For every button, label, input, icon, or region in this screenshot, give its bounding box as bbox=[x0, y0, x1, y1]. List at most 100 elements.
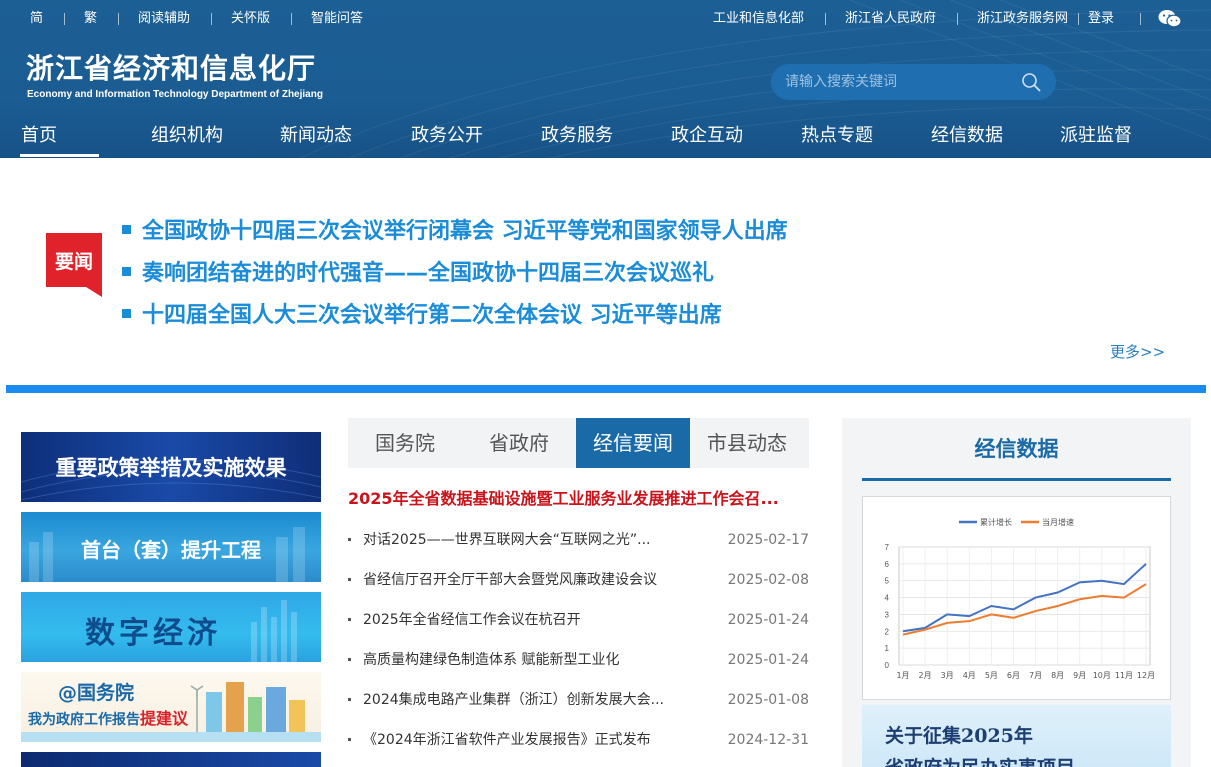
simplified-chinese-link[interactable]: 简 bbox=[30, 11, 43, 27]
nav-interaction[interactable]: 政企互动 bbox=[671, 124, 743, 148]
first-set-banner[interactable]: 首台（套）提升工程 bbox=[21, 512, 321, 582]
banner-title: 数字经济 bbox=[85, 616, 221, 651]
economic-data-title[interactable]: 经信数据 bbox=[842, 434, 1191, 464]
divider bbox=[825, 13, 826, 25]
news-date: 2025-01-08 bbox=[727, 692, 809, 708]
banner-title: 重要政策举措及实施效果 bbox=[55, 456, 287, 480]
news-title[interactable]: 2025年全省经信工作会议在杭召开 bbox=[363, 608, 683, 632]
tab-state-council[interactable]: 国务院 bbox=[348, 418, 462, 468]
care-version-link[interactable]: 关怀版 bbox=[231, 11, 270, 27]
nav-economic-data[interactable]: 经信数据 bbox=[931, 124, 1003, 148]
news-date: 2025-02-17 bbox=[727, 532, 809, 548]
chart-x-tick-label: 7月 bbox=[1029, 671, 1042, 680]
chart-x-tick-label: 4月 bbox=[963, 671, 976, 680]
search-box bbox=[771, 64, 1056, 100]
bullet-dot bbox=[348, 578, 351, 581]
headline-item[interactable]: 奏响团结奋进的时代强音——全国政协十四届三次会议巡礼 bbox=[122, 259, 714, 289]
site-logo-subtitle: Economy and Information Technology Depar… bbox=[27, 89, 323, 100]
news-date: 2025-01-24 bbox=[727, 652, 809, 668]
bullet-dot bbox=[348, 538, 351, 541]
notice-banner[interactable]: 关于征集2025年 省政府为民办实事项目 bbox=[862, 705, 1171, 767]
nav-supervision[interactable]: 派驻监督 bbox=[1060, 124, 1132, 148]
chart-y-tick-label: 3 bbox=[885, 610, 890, 619]
more-banner[interactable] bbox=[21, 752, 321, 767]
featured-news-link[interactable]: 2025年全省数据基础设施暨工业服务业发展推进工作会召... bbox=[348, 488, 809, 510]
news-list-item[interactable]: 2024集成电路产业集群（浙江）创新发展大会... 2025-01-08 bbox=[348, 688, 809, 712]
nav-government-services[interactable]: 政务服务 bbox=[541, 124, 613, 148]
news-list-item[interactable]: 高质量构建绿色制造体系 赋能新型工业化 2025-01-24 bbox=[348, 648, 809, 672]
news-tabs: 国务院 省政府 经信要闻 市县动态 bbox=[348, 418, 809, 468]
headlines-more-link[interactable]: 更多>> bbox=[1110, 342, 1165, 362]
chart-y-tick-label: 4 bbox=[885, 594, 890, 603]
site-logo-title[interactable]: 浙江省经济和信息化厅 bbox=[26, 52, 316, 86]
banner-subtitle: 我为政府工作报告 bbox=[28, 712, 140, 728]
divider bbox=[291, 13, 292, 25]
headline-text[interactable]: 全国政协十四届三次会议举行闭幕会 习近平等党和国家领导人出席 bbox=[142, 219, 788, 244]
line-chart: 0 1 2 3 4 5 6 7 1月 2月 3月 4月 5月 6月 7月 8月 9月 10月 11月 12月 累计增长 当… bbox=[885, 517, 1156, 680]
headline-item[interactable]: 全国政协十四届三次会议举行闭幕会 习近平等党和国家领导人出席 bbox=[122, 217, 788, 247]
economic-data-chart[interactable]: 0 1 2 3 4 5 6 7 1月 2月 3月 4月 5月 6月 7月 8月 9月 10月 11月 12月 累计增长 当… bbox=[862, 496, 1171, 700]
wechat-icon[interactable] bbox=[1158, 9, 1182, 29]
chart-x-tick-label: 6月 bbox=[1007, 671, 1020, 680]
nav-home[interactable]: 首页 bbox=[21, 124, 57, 148]
news-list-item[interactable]: 2025年全省经信工作会议在杭召开 2025-01-24 bbox=[348, 608, 809, 632]
news-title[interactable]: 2024集成电路产业集群（浙江）创新发展大会... bbox=[363, 688, 683, 712]
gov-service-link[interactable]: 浙江政务服务网 bbox=[977, 11, 1068, 27]
notice-title-line1: 关于征集2025年 bbox=[885, 725, 1033, 747]
notice-title-line2: 省政府为民办实事项目 bbox=[885, 755, 1075, 767]
chart-plot-area bbox=[898, 546, 1151, 666]
top-utility-bar: 简 繁 阅读辅助 关怀版 智能问答 工业和信息化部 浙江省人民政府 浙江政务服务… bbox=[0, 0, 1211, 38]
bullet-square bbox=[122, 308, 131, 318]
news-title[interactable]: 对话2025——世界互联网大会“互联网之光”... bbox=[363, 528, 683, 552]
chart-x-tick-label: 1月 bbox=[896, 671, 909, 680]
headline-text[interactable]: 奏响团结奋进的时代强音——全国政协十四届三次会议巡礼 bbox=[142, 261, 714, 286]
search-input[interactable] bbox=[785, 71, 1005, 93]
section-divider bbox=[6, 385, 1206, 393]
chart-y-tick-label: 2 bbox=[885, 627, 890, 636]
nav-organization[interactable]: 组织机构 bbox=[151, 124, 223, 148]
miit-link[interactable]: 工业和信息化部 bbox=[713, 11, 804, 27]
news-title[interactable]: 高质量构建绿色制造体系 赋能新型工业化 bbox=[363, 648, 683, 672]
divider bbox=[957, 13, 958, 25]
chart-y-tick-label: 1 bbox=[885, 644, 890, 653]
chart-legend-label: 当月增速 bbox=[1042, 517, 1074, 527]
nav-news[interactable]: 新闻动态 bbox=[280, 124, 352, 148]
chart-x-tick-label: 8月 bbox=[1051, 671, 1064, 680]
nav-government-affairs[interactable]: 政务公开 bbox=[411, 124, 483, 148]
news-title[interactable]: 省经信厅召开全厅干部大会暨党风廉政建设会议 bbox=[363, 568, 683, 592]
headline-item[interactable]: 十四届全国人大三次会议举行第二次全体会议 习近平等出席 bbox=[122, 301, 722, 331]
divider bbox=[1078, 13, 1079, 25]
provincial-government-link[interactable]: 浙江省人民政府 bbox=[845, 11, 936, 27]
bullet-dot bbox=[348, 658, 351, 661]
news-list-item[interactable]: 省经信厅召开全厅干部大会暨党风廉政建设会议 2025-02-08 bbox=[348, 568, 809, 592]
headline-text[interactable]: 十四届全国人大三次会议举行第二次全体会议 习近平等出席 bbox=[142, 303, 722, 328]
bullet-dot bbox=[348, 698, 351, 701]
policy-banner[interactable]: 重要政策举措及实施效果 bbox=[21, 432, 321, 502]
bullet-square bbox=[122, 224, 131, 234]
news-list-item[interactable]: 《2024年浙江省软件产业发展报告》正式发布 2024-12-31 bbox=[348, 728, 809, 752]
chart-legend-label: 累计增长 bbox=[980, 517, 1012, 527]
news-list-item[interactable]: 对话2025——世界互联网大会“互联网之光”... 2025-02-17 bbox=[348, 528, 809, 552]
bullet-square bbox=[122, 266, 131, 276]
smart-qa-link[interactable]: 智能问答 bbox=[311, 11, 363, 27]
tab-provincial-government[interactable]: 省政府 bbox=[462, 418, 576, 468]
news-date: 2025-01-24 bbox=[727, 612, 809, 628]
traditional-chinese-link[interactable]: 繁 bbox=[84, 11, 97, 27]
site-header: 简 繁 阅读辅助 关怀版 智能问答 工业和信息化部 浙江省人民政府 浙江政务服务… bbox=[0, 0, 1211, 158]
bullet-dot bbox=[348, 618, 351, 621]
login-link[interactable]: 登录 bbox=[1088, 11, 1114, 27]
main-navigation: 首页 组织机构 新闻动态 政务公开 政务服务 政企互动 热点专题 经信数据 派驻… bbox=[0, 118, 1211, 158]
tab-city-county-news[interactable]: 市县动态 bbox=[690, 418, 804, 468]
gov-report-suggestion-banner[interactable]: @国务院 我为政府工作报告提建议 bbox=[21, 672, 321, 742]
news-title[interactable]: 《2024年浙江省软件产业发展报告》正式发布 bbox=[363, 728, 683, 752]
bullet-dot bbox=[348, 738, 351, 741]
divider bbox=[211, 13, 212, 25]
digital-economy-banner[interactable]: 数字经济 bbox=[21, 592, 321, 662]
chart-x-tick-label: 12月 bbox=[1137, 671, 1155, 680]
reading-assist-link[interactable]: 阅读辅助 bbox=[138, 11, 190, 27]
search-icon[interactable] bbox=[1021, 72, 1041, 92]
banner-title: 首台（套）提升工程 bbox=[81, 538, 261, 562]
nav-hot-topics[interactable]: 热点专题 bbox=[801, 124, 873, 148]
tab-economic-news[interactable]: 经信要闻 bbox=[576, 418, 690, 468]
chart-x-tick-label: 5月 bbox=[985, 671, 998, 680]
